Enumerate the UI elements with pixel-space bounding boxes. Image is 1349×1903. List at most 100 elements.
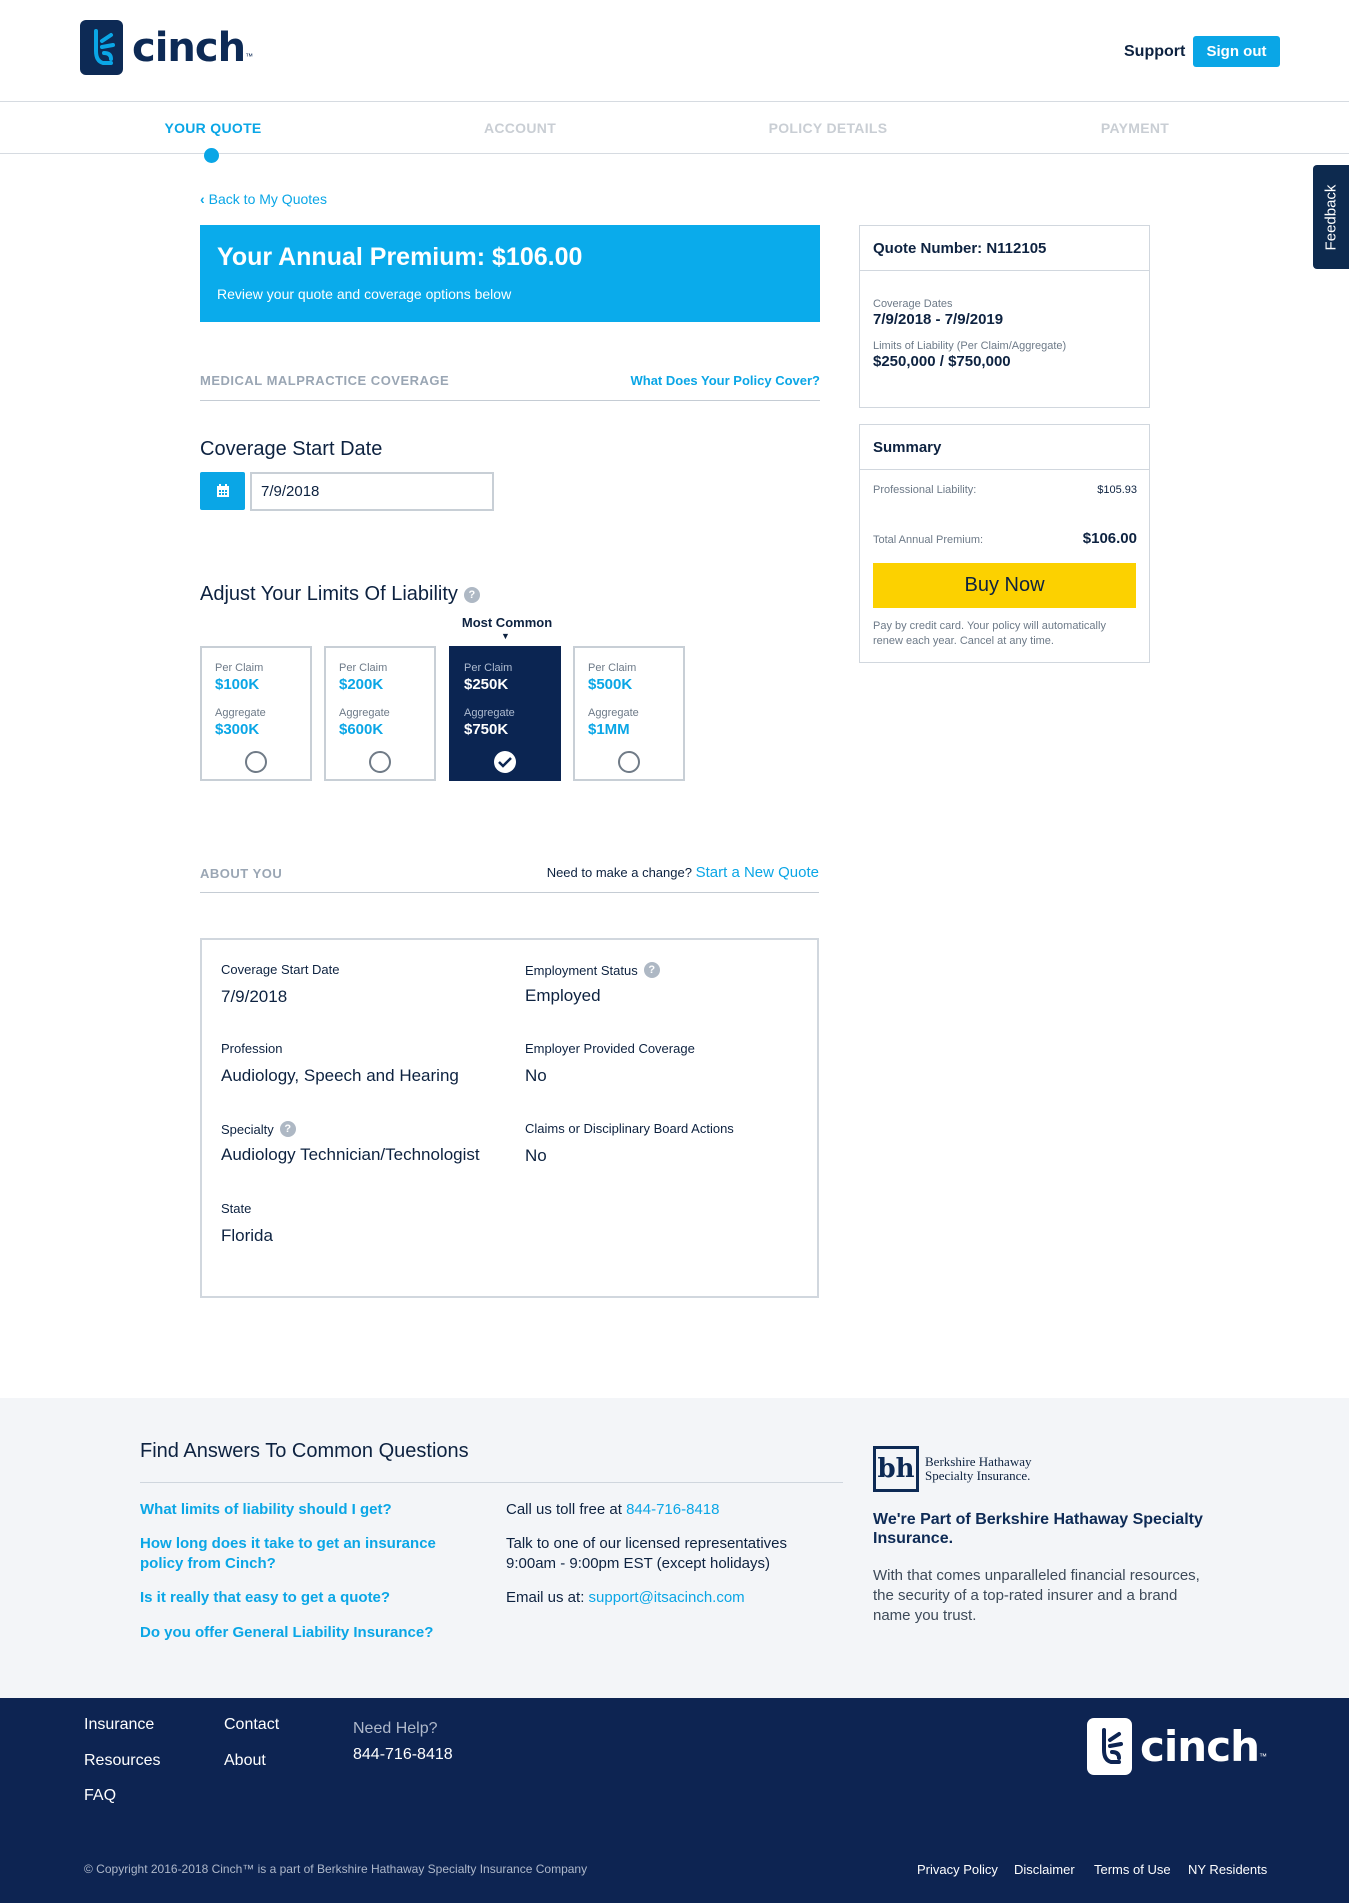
brand-trademark: ™ bbox=[245, 52, 254, 61]
field-label-text: Employment Status bbox=[525, 962, 638, 978]
help-icon[interactable]: ? bbox=[279, 1121, 296, 1137]
chevron-left-icon: ‹ bbox=[200, 191, 205, 207]
footer-link-faq[interactable]: FAQ bbox=[84, 1787, 116, 1805]
terms-of-use-link[interactable]: Terms of Use bbox=[1094, 1862, 1171, 1877]
footer-phone-link[interactable]: 844-716-8418 bbox=[353, 1746, 453, 1764]
back-link-label: Back to My Quotes bbox=[208, 191, 327, 207]
about-section-header: ABOUT YOU Need to make a change? Start a… bbox=[200, 864, 819, 893]
per-claim-label: Per Claim bbox=[215, 662, 264, 674]
quote-number: Quote Number: N112105 bbox=[860, 226, 1149, 271]
email-line: Email us at: support@itsacinch.com bbox=[506, 1588, 745, 1608]
privacy-policy-link[interactable]: Privacy Policy bbox=[917, 1862, 998, 1877]
about-section-label: ABOUT YOU bbox=[200, 866, 283, 881]
faq-question-link[interactable]: Is it really that easy to get a quote? bbox=[140, 1588, 480, 1608]
talk-line-2: 9:00am - 9:00pm EST (except holidays) bbox=[506, 1555, 771, 1572]
professional-liability-label: Professional Liability: bbox=[873, 484, 977, 496]
field-value: No bbox=[525, 1066, 547, 1085]
field-coverage-start: Coverage Start Date 7/9/2018 bbox=[221, 962, 340, 1007]
limits-title-text: Adjust Your Limits Of Liability bbox=[200, 583, 458, 605]
field-profession: Profession Audiology, Speech and Hearing bbox=[221, 1041, 459, 1086]
bh-logo-text: Berkshire Hathaway Specialty Insurance. bbox=[925, 1455, 1032, 1483]
field-value: Audiology Technician/Technologist bbox=[221, 1145, 480, 1164]
talk-line-1: Talk to one of our licensed representati… bbox=[506, 1535, 787, 1552]
support-link[interactable]: Support bbox=[1124, 43, 1185, 61]
total-premium-label: Total Annual Premium: bbox=[873, 534, 984, 546]
per-claim-label: Per Claim bbox=[588, 662, 637, 674]
limit-option-200k[interactable]: Per Claim $200K Aggregate $600K bbox=[324, 646, 436, 781]
calendar-button[interactable] bbox=[200, 472, 245, 510]
summary-title: Summary bbox=[860, 425, 1149, 470]
step-your-quote[interactable]: YOUR QUOTE bbox=[113, 120, 313, 136]
coverage-section-label: MEDICAL MALPRACTICE COVERAGE bbox=[200, 373, 450, 388]
footer-link-about[interactable]: About bbox=[224, 1752, 266, 1770]
per-claim-value: $100K bbox=[215, 676, 260, 693]
field-specialty: Specialty? Audiology Technician/Technolo… bbox=[221, 1121, 480, 1165]
sign-out-button[interactable]: Sign out bbox=[1193, 36, 1280, 67]
cinch-logo[interactable]: cinch ™ bbox=[80, 20, 253, 75]
footer-cinch-logo[interactable]: cinch ™ bbox=[1087, 1718, 1267, 1775]
bh-logo-line1: Berkshire Hathaway bbox=[925, 1454, 1032, 1469]
change-prompt: Need to make a change? Start a New Quote bbox=[547, 864, 819, 881]
coverage-section-header: MEDICAL MALPRACTICE COVERAGE What Does Y… bbox=[200, 373, 820, 401]
field-label: Claims or Disciplinary Board Actions bbox=[525, 1121, 734, 1136]
support-email-link[interactable]: support@itsacinch.com bbox=[589, 1589, 745, 1606]
back-to-quotes-link[interactable]: ‹ Back to My Quotes bbox=[200, 191, 327, 207]
professional-liability-row: Professional Liability: $105.93 bbox=[873, 484, 1137, 496]
need-help-label: Need Help? bbox=[353, 1720, 438, 1737]
feedback-label: Feedback bbox=[1322, 184, 1340, 250]
footer-brand-name: cinch bbox=[1140, 1722, 1260, 1771]
field-state: State Florida bbox=[221, 1201, 273, 1246]
field-value: Florida bbox=[221, 1226, 273, 1245]
start-new-quote-link[interactable]: Start a New Quote bbox=[696, 864, 819, 881]
aggregate-label: Aggregate bbox=[339, 707, 390, 719]
field-label: Coverage Start Date bbox=[221, 962, 340, 977]
ny-residents-link[interactable]: NY Residents bbox=[1188, 1862, 1267, 1877]
premium-banner: Your Annual Premium: $106.00 Review your… bbox=[200, 225, 820, 322]
disclaimer-link[interactable]: Disclaimer bbox=[1014, 1862, 1075, 1877]
coverage-start-date-input[interactable] bbox=[250, 472, 494, 511]
field-label: Specialty? bbox=[221, 1121, 480, 1137]
cinch-hand-icon bbox=[80, 20, 123, 75]
email-prefix: Email us at: bbox=[506, 1589, 585, 1606]
help-icon[interactable]: ? bbox=[463, 586, 480, 603]
radio-button[interactable] bbox=[245, 751, 267, 773]
footer-link-resources[interactable]: Resources bbox=[84, 1752, 160, 1770]
toll-free-phone-link[interactable]: 844-716-8418 bbox=[626, 1501, 719, 1518]
field-claims: Claims or Disciplinary Board Actions No bbox=[525, 1121, 734, 1166]
faq-question-link[interactable]: How long does it take to get an insuranc… bbox=[140, 1534, 475, 1574]
help-icon[interactable]: ? bbox=[643, 962, 660, 978]
field-employer-coverage: Employer Provided Coverage No bbox=[525, 1041, 695, 1086]
footer-brand-trademark: ™ bbox=[1259, 1752, 1267, 1761]
site-header: cinch ™ Support Sign out bbox=[0, 0, 1349, 102]
bh-logo-line2: Specialty Insurance. bbox=[925, 1468, 1031, 1483]
aggregate-value: $750K bbox=[464, 721, 509, 738]
aggregate-label: Aggregate bbox=[215, 707, 266, 719]
about-you-card: Coverage Start Date 7/9/2018 Employment … bbox=[200, 938, 819, 1298]
berkshire-logo: bh Berkshire Hathaway Specialty Insuranc… bbox=[873, 1446, 1032, 1492]
professional-liability-amount: $105.93 bbox=[1097, 484, 1137, 496]
footer-link-contact[interactable]: Contact bbox=[224, 1716, 279, 1734]
calendar-icon bbox=[216, 484, 229, 497]
limit-option-500k[interactable]: Per Claim $500K Aggregate $1MM bbox=[573, 646, 685, 781]
per-claim-value: $500K bbox=[588, 676, 633, 693]
limit-option-100k[interactable]: Per Claim $100K Aggregate $300K bbox=[200, 646, 312, 781]
feedback-tab[interactable]: Feedback bbox=[1313, 165, 1349, 269]
divider bbox=[140, 1482, 843, 1483]
field-label: Employer Provided Coverage bbox=[525, 1041, 695, 1056]
faq-question-link[interactable]: Do you offer General Liability Insurance… bbox=[140, 1623, 480, 1643]
limit-option-250k[interactable]: Per Claim $250K Aggregate $750K bbox=[449, 646, 561, 781]
limits-value: $250,000 / $750,000 bbox=[873, 353, 1011, 370]
aggregate-label: Aggregate bbox=[588, 707, 639, 719]
footer-link-insurance[interactable]: Insurance bbox=[84, 1716, 154, 1734]
buy-now-button[interactable]: Buy Now bbox=[873, 563, 1136, 608]
radio-button[interactable] bbox=[369, 751, 391, 773]
radio-button-checked[interactable] bbox=[494, 751, 516, 773]
premium-title: Your Annual Premium: $106.00 bbox=[217, 243, 583, 271]
step-policy-details: POLICY DETAILS bbox=[768, 120, 888, 136]
radio-button[interactable] bbox=[618, 751, 640, 773]
most-common-label: Most Common bbox=[461, 615, 553, 630]
policy-cover-link[interactable]: What Does Your Policy Cover? bbox=[630, 373, 820, 388]
faq-title: Find Answers To Common Questions bbox=[140, 1440, 469, 1462]
faq-question-link[interactable]: What limits of liability should I get? bbox=[140, 1500, 480, 1520]
field-value: No bbox=[525, 1146, 547, 1165]
